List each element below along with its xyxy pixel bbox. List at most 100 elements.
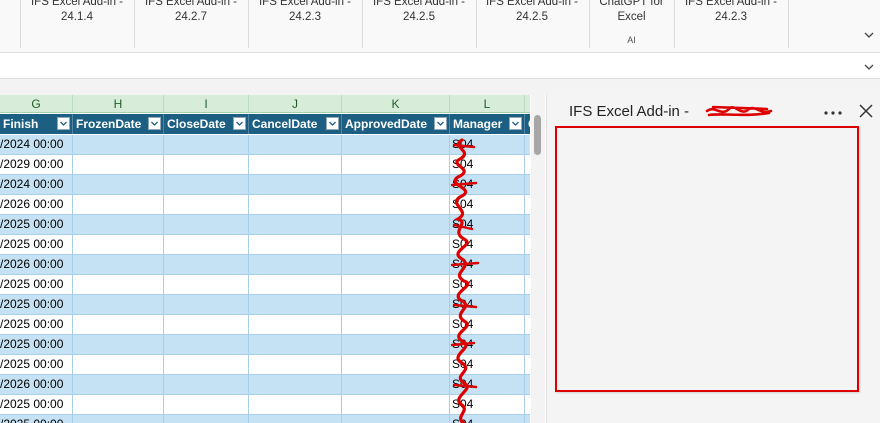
table-cell[interactable] xyxy=(342,375,450,395)
table-cell[interactable] xyxy=(73,135,164,155)
table-cell[interactable] xyxy=(525,255,530,275)
manager-cell[interactable]: S04 xyxy=(450,295,525,315)
table-cell[interactable] xyxy=(249,295,342,315)
table-cell[interactable] xyxy=(342,355,450,375)
manager-cell[interactable]: S04 xyxy=(450,215,525,235)
manager-cell[interactable]: S04 xyxy=(450,315,525,335)
table-cell[interactable] xyxy=(342,255,450,275)
finish-cell[interactable]: /2025 00:00 xyxy=(0,355,73,375)
table-cell[interactable] xyxy=(342,235,450,255)
ribbon-group-0[interactable]: ns ns xyxy=(0,0,21,48)
finish-cell[interactable]: /2029 00:00 xyxy=(0,155,73,175)
table-cell[interactable] xyxy=(342,195,450,215)
manager-cell[interactable]: S04 xyxy=(450,195,525,215)
table-cell[interactable] xyxy=(73,395,164,415)
table-cell[interactable] xyxy=(73,315,164,335)
manager-cell[interactable]: S04 xyxy=(450,375,525,395)
filter-dropdown-icon[interactable] xyxy=(148,117,161,130)
table-cell[interactable] xyxy=(249,195,342,215)
column-header[interactable]: H xyxy=(73,95,164,113)
table-cell[interactable] xyxy=(525,155,530,175)
filter-dropdown-icon[interactable] xyxy=(233,117,246,130)
table-cell[interactable] xyxy=(73,355,164,375)
column-header[interactable]: I xyxy=(164,95,249,113)
table-cell[interactable] xyxy=(525,355,530,375)
finish-cell[interactable]: /2025 00:00 xyxy=(0,415,73,423)
manager-cell[interactable]: S04 xyxy=(450,135,525,155)
table-cell[interactable] xyxy=(342,395,450,415)
scrollbar-thumb[interactable] xyxy=(534,115,541,155)
vertical-scrollbar[interactable] xyxy=(531,95,545,423)
finish-cell[interactable]: /2025 00:00 xyxy=(0,315,73,335)
add-in-content-area[interactable] xyxy=(555,126,859,392)
table-cell[interactable] xyxy=(525,135,530,155)
table-cell[interactable] xyxy=(73,195,164,215)
table-cell[interactable] xyxy=(164,375,249,395)
table-cell[interactable] xyxy=(164,415,249,423)
table-cell[interactable] xyxy=(342,415,450,423)
ribbon-group-7[interactable]: IFS Excel Add-in - 24.2.3 xyxy=(674,0,789,48)
table-cell[interactable] xyxy=(164,135,249,155)
chevron-down-icon[interactable] xyxy=(862,28,876,42)
manager-cell[interactable]: S04 xyxy=(450,155,525,175)
table-cell[interactable] xyxy=(164,395,249,415)
table-cell[interactable] xyxy=(164,355,249,375)
table-cell[interactable] xyxy=(249,135,342,155)
column-header[interactable]: K xyxy=(342,95,450,113)
table-cell[interactable] xyxy=(73,415,164,423)
filter-dropdown-icon[interactable] xyxy=(509,117,522,130)
table-cell[interactable] xyxy=(342,275,450,295)
table-cell[interactable] xyxy=(249,395,342,415)
manager-cell[interactable]: S04 xyxy=(450,355,525,375)
table-cell[interactable] xyxy=(249,315,342,335)
table-cell[interactable] xyxy=(164,255,249,275)
table-header-cell[interactable]: ApprovedDate xyxy=(342,114,450,134)
table-cell[interactable] xyxy=(164,275,249,295)
more-horizontal-icon[interactable] xyxy=(822,103,844,121)
table-cell[interactable] xyxy=(249,275,342,295)
table-cell[interactable] xyxy=(73,275,164,295)
table-cell[interactable] xyxy=(525,215,530,235)
table-cell[interactable] xyxy=(249,415,342,423)
formula-bar[interactable] xyxy=(0,56,880,79)
manager-cell[interactable]: S04 xyxy=(450,395,525,415)
table-cell[interactable] xyxy=(73,175,164,195)
table-cell[interactable] xyxy=(249,355,342,375)
table-cell[interactable] xyxy=(525,195,530,215)
table-cell[interactable] xyxy=(525,375,530,395)
filter-dropdown-icon[interactable] xyxy=(326,117,339,130)
finish-cell[interactable]: /2025 00:00 xyxy=(0,335,73,355)
table-cell[interactable] xyxy=(342,215,450,235)
ribbon-group-4[interactable]: IFS Excel Add-in - 24.2.5 xyxy=(362,0,477,48)
manager-cell[interactable]: S04 xyxy=(450,255,525,275)
manager-cell[interactable]: S04 xyxy=(450,235,525,255)
table-cell[interactable] xyxy=(525,175,530,195)
column-header[interactable]: G xyxy=(0,95,73,113)
manager-cell[interactable]: S04 xyxy=(450,275,525,295)
table-cell[interactable] xyxy=(164,235,249,255)
ribbon-group-6[interactable]: ChatGPT for Excel AI xyxy=(589,0,675,48)
ribbon-group-2[interactable]: IFS Excel Add-in - 24.2.7 xyxy=(134,0,249,48)
table-cell[interactable] xyxy=(525,235,530,255)
ribbon-group-3[interactable]: IFS Excel Add-in - 24.2.3 xyxy=(248,0,363,48)
manager-cell[interactable]: S04 xyxy=(450,415,525,423)
finish-cell[interactable]: /2025 00:00 xyxy=(0,235,73,255)
table-cell[interactable] xyxy=(342,295,450,315)
table-cell[interactable] xyxy=(249,255,342,275)
table-cell[interactable] xyxy=(249,215,342,235)
table-cell[interactable] xyxy=(342,135,450,155)
table-cell[interactable] xyxy=(73,335,164,355)
table-cell[interactable] xyxy=(249,155,342,175)
table-cell[interactable] xyxy=(342,155,450,175)
manager-cell[interactable]: S04 xyxy=(450,175,525,195)
table-cell[interactable] xyxy=(525,295,530,315)
filter-dropdown-icon[interactable] xyxy=(434,117,447,130)
finish-cell[interactable]: /2025 00:00 xyxy=(0,395,73,415)
table-cell[interactable] xyxy=(342,175,450,195)
table-cell[interactable] xyxy=(164,195,249,215)
table-cell[interactable] xyxy=(249,175,342,195)
finish-cell[interactable]: /2025 00:00 xyxy=(0,295,73,315)
ribbon-group-1[interactable]: IFS Excel Add-in - 24.1.4 xyxy=(20,0,135,48)
column-header[interactable] xyxy=(525,95,530,113)
manager-cell[interactable]: S04 xyxy=(450,335,525,355)
